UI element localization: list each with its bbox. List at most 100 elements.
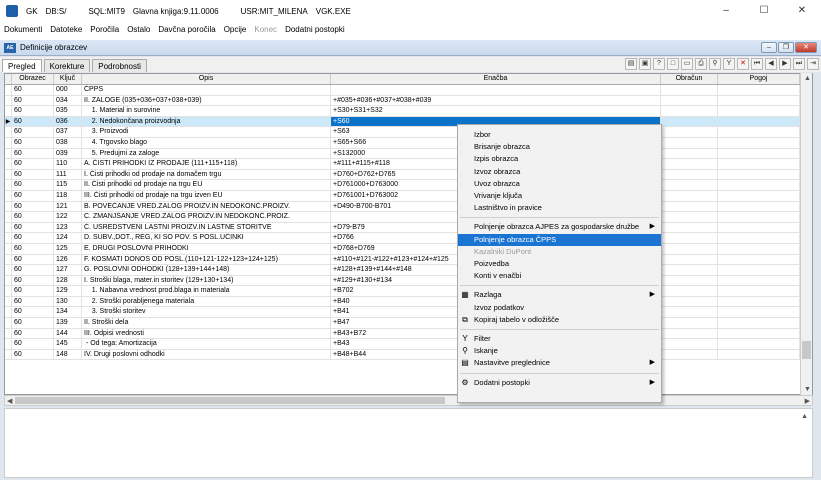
delete-icon[interactable]: ✕ bbox=[737, 58, 749, 70]
cell-empty[interactable] bbox=[661, 328, 718, 339]
cell-empty[interactable] bbox=[661, 233, 718, 243]
cell-opis[interactable]: 2. Stroški porabljenega materiala bbox=[82, 296, 331, 307]
cell-klj[interactable]: 144 bbox=[54, 328, 82, 339]
menu-item[interactable]: Ostalo bbox=[123, 25, 154, 34]
table-row[interactable]: 60 122 C. ZMANJŠANJE VRED.ZALOG PROIZV.IN … bbox=[5, 212, 812, 223]
cell-opis[interactable]: E. DRUGI POSLOVNI PRIHODKI bbox=[82, 243, 331, 254]
cell-empty[interactable] bbox=[718, 159, 800, 169]
cell-klj[interactable]: 036 bbox=[54, 116, 82, 127]
table-row[interactable]: 60 129 1. Nabavna vrednost prod.blaga in … bbox=[5, 286, 812, 297]
cell-opis[interactable]: D. SUBV.,DOT., REG, KI SO POV. S POSL.UČ… bbox=[82, 233, 331, 243]
hscroll-thumb[interactable] bbox=[15, 397, 445, 404]
cell-opis[interactable]: 3. Proizvodi bbox=[82, 127, 331, 137]
cell-klj[interactable]: 145 bbox=[54, 339, 82, 349]
cell-opis[interactable]: III. Odpisi vrednosti bbox=[82, 328, 331, 339]
cell-empty[interactable] bbox=[718, 201, 800, 212]
cell-empty[interactable] bbox=[718, 275, 800, 286]
cell-obr[interactable]: 60 bbox=[12, 159, 54, 169]
cell-empty[interactable] bbox=[718, 95, 800, 106]
context-menu-item[interactable]: Uvoz obrazca bbox=[458, 178, 661, 190]
table-row[interactable]: 60 148 IV. Drugi poslovni odhodki +B48+B44 bbox=[5, 349, 812, 361]
cell-opis[interactable]: F. KOSMATI DONOS OD POSL.(110+121-122+12… bbox=[82, 254, 331, 265]
cell-empty[interactable] bbox=[661, 116, 718, 127]
cell-empty[interactable] bbox=[661, 243, 718, 254]
cell-empty[interactable] bbox=[718, 296, 800, 307]
lower-scroll-up-icon[interactable]: ▲ bbox=[801, 413, 808, 420]
context-menu-item[interactable]: Polnjenje obrazca ČPPS bbox=[458, 233, 661, 246]
cell-ena[interactable]: +#035+#036+#037+#038+#039 bbox=[331, 95, 661, 106]
child-restore-button[interactable]: ❐ bbox=[778, 42, 794, 53]
cell-klj[interactable]: 034 bbox=[54, 95, 82, 106]
cell-obr[interactable]: 60 bbox=[12, 106, 54, 116]
cell-obr[interactable]: 60 bbox=[12, 148, 54, 159]
cell-obr[interactable]: 60 bbox=[12, 275, 54, 286]
table-row[interactable]: 60 123 Č. USREDSTVENI LASTNI PROIZV.IN LAS… bbox=[5, 222, 812, 234]
context-menu-item[interactable]: Poizvedba bbox=[458, 258, 661, 270]
cell-ena[interactable] bbox=[331, 85, 661, 95]
cell-opis[interactable]: 1. Material in surovine bbox=[82, 106, 331, 116]
close-button[interactable]: ✕ bbox=[783, 0, 821, 22]
minimize-button[interactable]: – bbox=[707, 0, 745, 22]
cell-opis[interactable]: 5. Predujmi za zaloge bbox=[82, 148, 331, 159]
table-row[interactable]: 60 037 3. Proizvodi +S63 bbox=[5, 127, 812, 138]
menu-item[interactable]: Opcije bbox=[220, 25, 251, 34]
list-icon[interactable]: ▤ bbox=[625, 58, 637, 70]
cell-empty[interactable] bbox=[718, 85, 800, 95]
context-menu-item[interactable]: ▦ Razlaga ▶ bbox=[458, 289, 661, 301]
cell-obr[interactable]: 60 bbox=[12, 190, 54, 201]
cell-empty[interactable] bbox=[661, 222, 718, 233]
prev-icon[interactable]: ◀ bbox=[765, 58, 777, 70]
cell-klj[interactable]: 128 bbox=[54, 275, 82, 286]
cell-empty[interactable] bbox=[661, 85, 718, 95]
new-icon[interactable]: □ bbox=[667, 58, 679, 70]
table-row[interactable]: 60 110 A. ČISTI PRIHODKI IZ PRODAJE (111+1… bbox=[5, 159, 812, 170]
cell-obr[interactable]: 60 bbox=[12, 243, 54, 254]
cell-opis[interactable]: IV. Drugi poslovni odhodki bbox=[82, 349, 331, 360]
cell-obr[interactable]: 60 bbox=[12, 85, 54, 95]
cell-empty[interactable] bbox=[718, 116, 800, 127]
context-menu-item[interactable]: Polnjenje obrazca AJPES za gospodarske d… bbox=[458, 221, 661, 233]
cell-obr[interactable]: 60 bbox=[12, 339, 54, 349]
last-icon[interactable]: ⏭ bbox=[793, 58, 805, 70]
cell-klj[interactable]: 125 bbox=[54, 243, 82, 254]
cell-opis[interactable]: 1. Nabavna vrednost prod.blaga in materi… bbox=[82, 286, 331, 296]
context-menu-item[interactable]: ⚲ Iskanje bbox=[458, 345, 661, 357]
cell-empty[interactable] bbox=[718, 222, 800, 233]
print-icon[interactable]: ⎙ bbox=[695, 58, 707, 70]
save-icon[interactable]: ▣ bbox=[639, 58, 651, 70]
cell-obr[interactable]: 60 bbox=[12, 212, 54, 222]
table-row[interactable]: 60 128 I. Stroški blaga, mater.in storitev… bbox=[5, 275, 812, 287]
cell-klj[interactable]: 039 bbox=[54, 148, 82, 159]
column-header[interactable]: Obrazec bbox=[12, 74, 54, 84]
cell-obr[interactable]: 60 bbox=[12, 286, 54, 296]
tab-2[interactable]: Podrobnosti bbox=[92, 59, 147, 72]
cell-opis[interactable]: II. Čisti prihodki od prodaje na trgu EU bbox=[82, 180, 331, 190]
context-menu-item[interactable]: ⧉ Kopiraj tabelo v odložišče bbox=[458, 314, 661, 326]
cell-empty[interactable] bbox=[718, 106, 800, 116]
cell-obr[interactable]: 60 bbox=[12, 222, 54, 233]
context-menu-item[interactable]: Izpis obrazca bbox=[458, 153, 661, 165]
cell-obr[interactable]: 60 bbox=[12, 265, 54, 275]
tab-0[interactable]: Pregled bbox=[2, 59, 42, 72]
context-menu-item[interactable]: ⚙ Dodatni postopki ▶ bbox=[458, 377, 661, 389]
cell-obr[interactable]: 60 bbox=[12, 328, 54, 339]
cell-empty[interactable] bbox=[718, 212, 800, 222]
cell-empty[interactable] bbox=[718, 328, 800, 339]
cell-opis[interactable]: I. Čisti prihodki od prodaje na domačem … bbox=[82, 169, 331, 180]
cell-empty[interactable] bbox=[661, 349, 718, 360]
cell-klj[interactable]: 126 bbox=[54, 254, 82, 265]
help-icon[interactable]: ? bbox=[653, 58, 665, 70]
cell-opis[interactable]: 3. Stroški storitev bbox=[82, 307, 331, 318]
context-menu-item[interactable]: Lastništvo in pravice bbox=[458, 202, 661, 214]
cell-empty[interactable] bbox=[661, 254, 718, 265]
table-row[interactable]: 60 126 F. KOSMATI DONOS OD POSL.(110+121-1… bbox=[5, 254, 812, 266]
table-row[interactable]: 60 130 2. Stroški porabljenega materiala +… bbox=[5, 296, 812, 308]
cell-opis[interactable]: - Od tega: Amortizacija bbox=[82, 339, 331, 349]
cell-klj[interactable]: 000 bbox=[54, 85, 82, 95]
cell-opis[interactable]: 4. Trgovsko blago bbox=[82, 137, 331, 148]
cell-obr[interactable]: 60 bbox=[12, 318, 54, 328]
open-icon[interactable]: ▭ bbox=[681, 58, 693, 70]
table-row[interactable]: 60 038 4. Trgovsko blago +S65+S66 bbox=[5, 137, 812, 149]
table-row[interactable]: 60 127 G. POSLOVNI ODHODKI (128+139+144+14… bbox=[5, 265, 812, 276]
context-menu-item[interactable]: ▤ Nastavitve preglednice ▶ bbox=[458, 357, 661, 369]
